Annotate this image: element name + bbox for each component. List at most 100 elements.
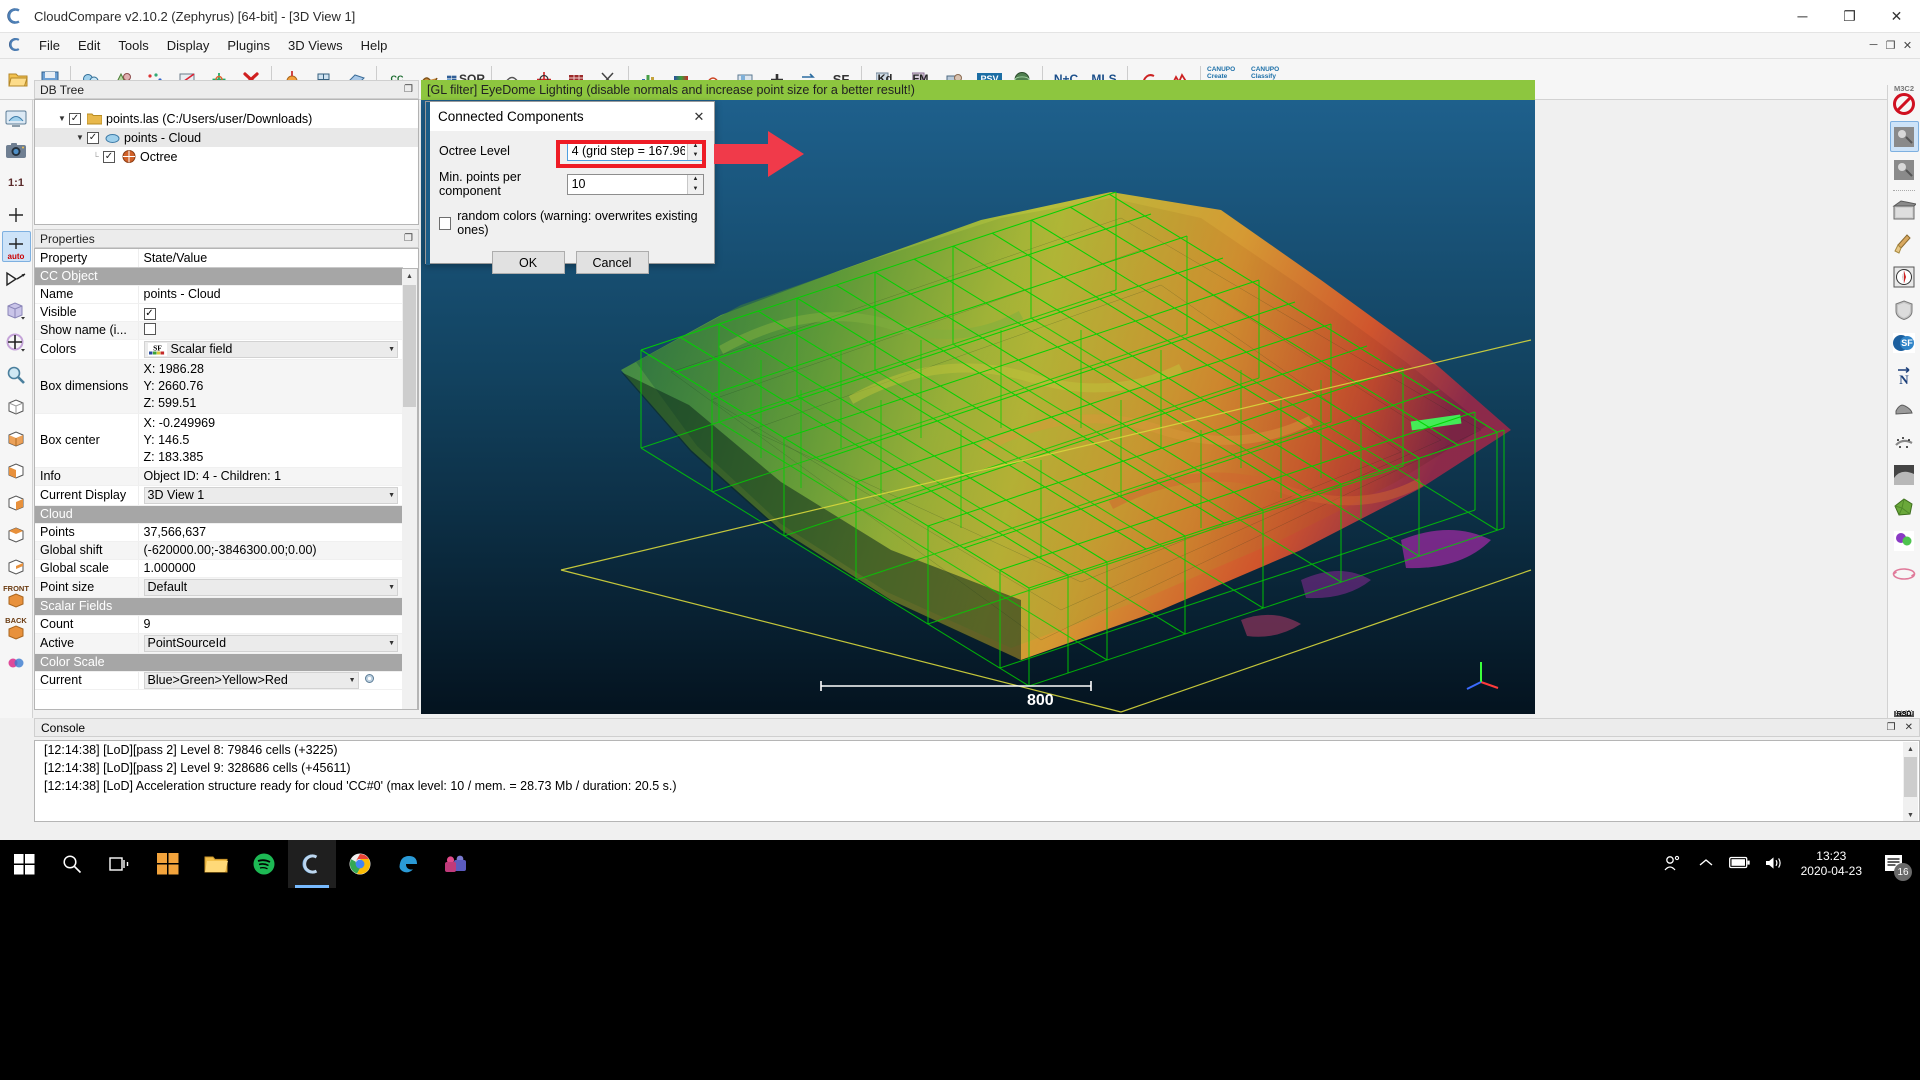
- connected-components-dialog[interactable]: Connected Components ✕ Octree Level ▲ ▼ …: [425, 101, 715, 274]
- properties-scrollbar[interactable]: ▲ ▼: [402, 268, 418, 709]
- show-name-checkbox[interactable]: [143, 322, 156, 335]
- close-button[interactable]: ✕: [1873, 0, 1920, 33]
- menu-display[interactable]: Display: [158, 35, 219, 56]
- volume-icon[interactable]: [1757, 855, 1791, 874]
- menu-plugins[interactable]: Plugins: [218, 35, 279, 56]
- move-object-icon[interactable]: [2, 327, 31, 358]
- camera-snapshot-icon[interactable]: [2, 135, 31, 166]
- row-active-sf[interactable]: Active PointSourceId ▼: [35, 633, 403, 654]
- minimize-button[interactable]: ─: [1779, 0, 1826, 33]
- edl-shader-icon[interactable]: EDL: [1889, 121, 1919, 717]
- random-colors-checkbox[interactable]: [439, 216, 452, 230]
- view-left-icon[interactable]: [2, 455, 31, 486]
- view-back-icon[interactable]: BACK: [2, 615, 31, 646]
- teams-icon[interactable]: [432, 840, 480, 888]
- mdi-close-button[interactable]: ✕: [1899, 39, 1916, 52]
- maximize-button[interactable]: ❐: [1826, 0, 1873, 33]
- chevron-up-icon[interactable]: [1689, 856, 1723, 872]
- row-point-size[interactable]: Point size Default ▼: [35, 577, 403, 598]
- db-tree-list[interactable]: ▼ ✓ points.las (C:/Users/user/Downloads)…: [34, 99, 419, 225]
- shield-qhull-icon[interactable]: [1890, 294, 1919, 325]
- console-scrollbar[interactable]: ▲ ▼: [1903, 742, 1918, 821]
- octree-level-spin-buttons[interactable]: ▲ ▼: [687, 141, 703, 160]
- compass-icon[interactable]: [1890, 261, 1919, 292]
- file-explorer-icon[interactable]: [192, 840, 240, 888]
- view-right-icon[interactable]: [2, 487, 31, 518]
- scroll-down-icon[interactable]: ▼: [1903, 808, 1918, 821]
- broom-cleaner-icon[interactable]: [1890, 228, 1919, 259]
- menu-3d-views[interactable]: 3D Views: [279, 35, 352, 56]
- scalar-field-plugin-icon[interactable]: SF: [1890, 327, 1919, 358]
- edge-icon[interactable]: [384, 840, 432, 888]
- pcv-icon[interactable]: PCV: [1890, 459, 1919, 717]
- task-view-icon[interactable]: [96, 840, 144, 888]
- taskbar-clock[interactable]: 13:23 2020-04-23: [1791, 849, 1872, 879]
- view-iso2-icon[interactable]: [2, 551, 31, 582]
- properties-float-icon[interactable]: ❐: [404, 233, 413, 244]
- chevron-down-icon[interactable]: ▼: [345, 677, 356, 684]
- auto-pivot-icon[interactable]: auto: [1, 231, 31, 262]
- north-arrow-icon[interactable]: N: [1890, 360, 1919, 391]
- octree-level-input[interactable]: [567, 141, 687, 160]
- scrollbar-thumb[interactable]: [403, 285, 416, 407]
- ok-button[interactable]: OK: [491, 251, 565, 274]
- ssao-shader-icon[interactable]: SSAO: [1890, 154, 1919, 717]
- active-sf-combo[interactable]: PointSourceId ▼: [143, 634, 398, 652]
- color-scale-gear-icon[interactable]: [362, 672, 377, 689]
- row-colors[interactable]: Colors SF Scalar field ▼: [35, 339, 403, 360]
- view-iso1-icon[interactable]: [2, 519, 31, 550]
- spin-up-button[interactable]: ▲: [688, 141, 703, 151]
- row-show-name[interactable]: Show name (i...: [35, 321, 403, 340]
- chevron-down-icon[interactable]: ▼: [384, 492, 395, 499]
- menu-help[interactable]: Help: [352, 35, 397, 56]
- hpr-icon[interactable]: HPR: [1890, 393, 1919, 718]
- scrollbar-thumb[interactable]: [1904, 757, 1917, 797]
- row-current-display[interactable]: Current Display 3D View 1 ▼: [35, 485, 403, 506]
- global-zoom-icon[interactable]: [2, 103, 31, 134]
- view-bottom-icon[interactable]: [2, 423, 31, 454]
- min-points-input[interactable]: [567, 174, 687, 194]
- row-visible[interactable]: Visible ✓: [35, 303, 403, 322]
- scroll-up-icon[interactable]: ▲: [402, 269, 417, 284]
- view-front-icon[interactable]: FRONT: [2, 583, 31, 614]
- set-pivot-icon[interactable]: [2, 199, 31, 230]
- tree-item-points-las[interactable]: ▼ ✓ points.las (C:/Users/user/Downloads): [35, 109, 418, 128]
- m3c2-icon[interactable]: M3C2: [1890, 84, 1919, 457]
- open-file-icon[interactable]: [3, 62, 33, 96]
- tree-item-points-cloud[interactable]: ▼ ✓ points - Cloud: [35, 128, 418, 147]
- rsd-icon[interactable]: RSD: [1890, 525, 1919, 718]
- people-icon[interactable]: [1655, 854, 1689, 875]
- menu-file[interactable]: File: [30, 35, 69, 56]
- tree-item-octree[interactable]: └ ✓ Octree: [35, 147, 418, 166]
- random-colors-row[interactable]: random colors (warning: overwrites exist…: [426, 209, 714, 237]
- mdi-restore-button[interactable]: ❐: [1882, 39, 1899, 52]
- spotify-icon[interactable]: [240, 840, 288, 888]
- current-display-combo[interactable]: 3D View 1 ▼: [143, 486, 398, 504]
- spin-down-button[interactable]: ▼: [688, 150, 703, 160]
- animation-icon[interactable]: [1890, 195, 1919, 226]
- dialog-close-button[interactable]: ✕: [686, 104, 712, 130]
- chevron-down-icon[interactable]: ▼: [384, 584, 395, 591]
- scroll-up-icon[interactable]: ▲: [1903, 742, 1918, 756]
- point-size-combo[interactable]: Default ▼: [143, 578, 398, 596]
- console-float-icon[interactable]: ❐: [1887, 722, 1896, 733]
- start-button[interactable]: [0, 840, 48, 888]
- mdi-minimize-button[interactable]: ─: [1865, 39, 1882, 52]
- db-tree-float-icon[interactable]: ❐: [404, 84, 413, 95]
- notification-center-icon[interactable]: 16: [1872, 840, 1916, 888]
- row-current-color-scale[interactable]: Current Blue>Green>Yellow>Red ▼: [35, 671, 403, 690]
- min-points-spinbox[interactable]: ▲ ▼: [566, 173, 704, 195]
- chrome-icon[interactable]: [336, 840, 384, 888]
- color-scale-combo[interactable]: Blue>Green>Yellow>Red ▼: [143, 671, 359, 689]
- console-log[interactable]: [12:14:38] [LoD][pass 2] Level 8: 79846 …: [34, 740, 1920, 822]
- tree-checkbox[interactable]: ✓: [87, 131, 99, 144]
- visible-checkbox[interactable]: ✓: [143, 307, 156, 320]
- tree-checkbox[interactable]: ✓: [103, 150, 115, 163]
- cloudcompare-icon[interactable]: [288, 840, 336, 888]
- menu-tools[interactable]: Tools: [109, 35, 157, 56]
- cancel-button[interactable]: Cancel: [575, 251, 649, 274]
- view-top-icon[interactable]: [2, 391, 31, 422]
- zoom-box-icon[interactable]: [2, 359, 31, 390]
- min-points-spin-buttons[interactable]: ▲ ▼: [687, 174, 703, 194]
- stereo-mode-icon[interactable]: [2, 647, 31, 678]
